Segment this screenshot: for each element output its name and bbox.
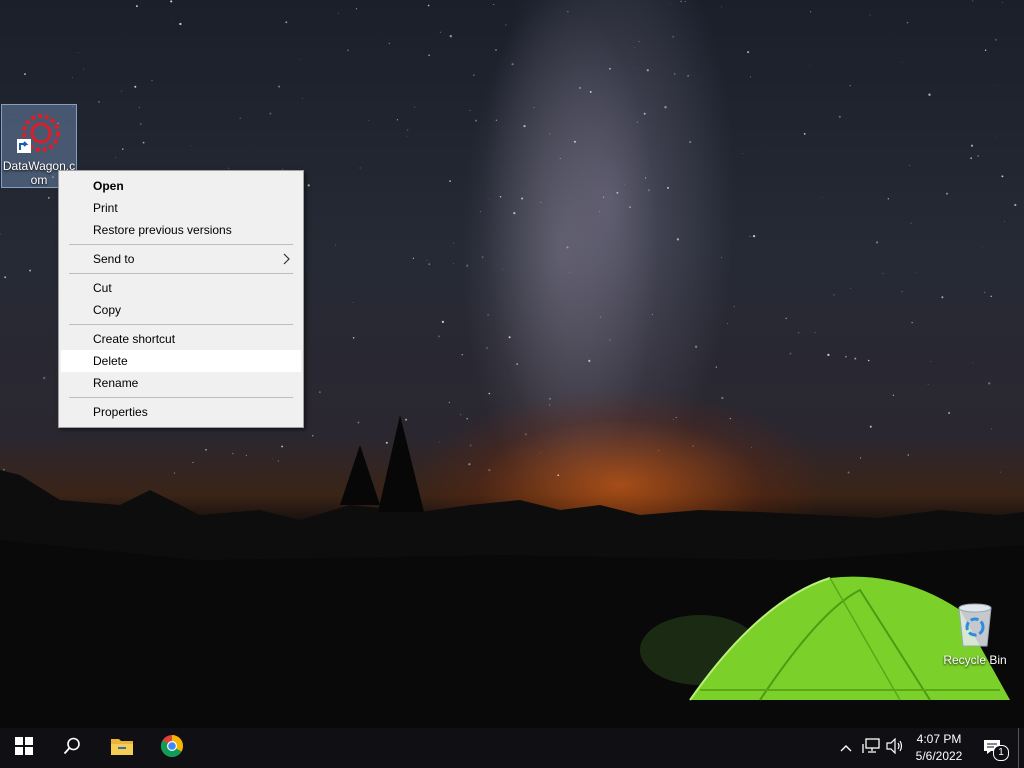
recycle-bin-icon	[951, 600, 999, 650]
menu-item-print[interactable]: Print	[61, 197, 301, 219]
menu-item-label: Delete	[93, 354, 128, 368]
menu-item-label: Copy	[93, 303, 122, 317]
desktop-icon-label: Recycle Bin	[943, 653, 1007, 667]
windows-start-icon	[15, 736, 33, 760]
menu-item-label: Open	[93, 179, 124, 193]
menu-item-create-shortcut[interactable]: Create shortcut	[61, 328, 301, 350]
menu-separator	[69, 273, 293, 274]
chrome-icon	[160, 734, 184, 763]
menu-item-send-to[interactable]: Send to	[61, 248, 301, 270]
desktop-icon-recycle-bin[interactable]: Recycle Bin	[937, 600, 1013, 667]
chevron-up-icon	[840, 739, 852, 757]
file-explorer-icon	[110, 736, 134, 761]
show-desktop-button[interactable]	[1018, 728, 1024, 768]
menu-item-label: Restore previous versions	[93, 223, 232, 237]
network-tray[interactable]	[860, 728, 882, 768]
desktop[interactable]: DataWagon.c om Recycle Bin Open Print Re…	[0, 0, 1024, 728]
context-menu: Open Print Restore previous versions Sen…	[58, 170, 304, 428]
menu-item-label: Create shortcut	[93, 332, 176, 346]
menu-separator	[69, 324, 293, 325]
menu-item-delete[interactable]: Delete	[61, 350, 301, 372]
show-hidden-icons[interactable]	[836, 728, 856, 768]
taskbar-clock[interactable]: 4:07 PM 5/6/2022	[904, 731, 974, 765]
menu-item-rename[interactable]: Rename	[61, 372, 301, 394]
clock-date: 5/6/2022	[915, 749, 963, 763]
datawagon-app-icon	[15, 111, 63, 155]
menu-item-properties[interactable]: Properties	[61, 401, 301, 423]
search-button[interactable]	[48, 728, 96, 768]
menu-item-open[interactable]: Open	[61, 175, 301, 197]
start-button[interactable]	[0, 728, 48, 768]
search-icon	[63, 737, 81, 760]
taskbar-chrome[interactable]	[148, 728, 196, 768]
menu-item-restore-previous-versions[interactable]: Restore previous versions	[61, 219, 301, 241]
taskbar-file-explorer[interactable]	[98, 728, 146, 768]
notification-icon: 1	[983, 739, 1009, 761]
speaker-icon	[886, 737, 904, 759]
taskbar: 4:07 PM 5/6/2022 1	[0, 728, 1024, 768]
volume-tray[interactable]	[884, 728, 906, 768]
menu-item-label: Send to	[93, 252, 135, 266]
menu-item-label: Rename	[93, 376, 139, 390]
notification-count-badge: 1	[993, 745, 1009, 761]
clock-time: 4:07 PM	[916, 732, 962, 746]
network-icon	[862, 737, 880, 759]
action-center-button[interactable]: 1	[978, 728, 1009, 768]
menu-item-label: Cut	[93, 281, 112, 295]
menu-separator	[69, 244, 293, 245]
menu-item-label: Properties	[93, 405, 148, 419]
menu-item-cut[interactable]: Cut	[61, 277, 301, 299]
menu-item-copy[interactable]: Copy	[61, 299, 301, 321]
menu-separator	[69, 397, 293, 398]
menu-item-label: Print	[93, 201, 118, 215]
